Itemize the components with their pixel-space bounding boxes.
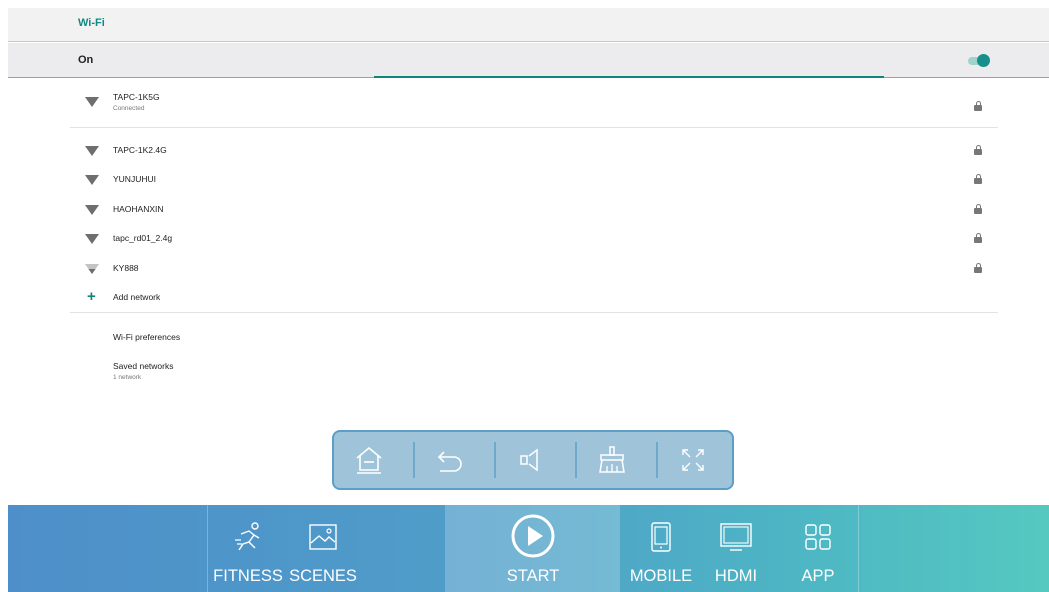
saved-networks-label: Saved networks bbox=[113, 361, 174, 371]
network-name: tapc_rd01_2.4g bbox=[113, 233, 173, 243]
saved-networks-item[interactable]: Saved networks 1 network bbox=[113, 361, 173, 381]
saved-networks-count: 1 network bbox=[113, 374, 142, 381]
back-icon bbox=[437, 451, 462, 472]
toolbar-separator bbox=[656, 442, 658, 478]
running-man-icon bbox=[235, 522, 260, 551]
bottom-dock: FITNESS SCENES START MOBILE HDMI APP bbox=[8, 505, 1049, 592]
dock-label: START bbox=[506, 567, 560, 585]
page-title: Wi-Fi bbox=[78, 17, 105, 29]
wifi-signal-full-icon bbox=[85, 146, 99, 156]
home-button[interactable] bbox=[349, 440, 389, 480]
fullscreen-button[interactable] bbox=[673, 440, 713, 480]
dock-label: MOBILE bbox=[629, 567, 693, 585]
wifi-toggle-label: On bbox=[78, 54, 94, 66]
home-icon bbox=[356, 446, 382, 474]
dock-label: HDMI bbox=[714, 567, 758, 585]
network-item-haohanxin[interactable]: HAOHANXIN bbox=[70, 196, 998, 224]
scanning-progress-bar bbox=[374, 76, 884, 78]
app-grid-icon bbox=[805, 524, 831, 550]
plus-icon: + bbox=[87, 288, 96, 305]
toolbar-separator bbox=[494, 442, 496, 478]
dock-separator bbox=[858, 505, 859, 592]
floating-nav-toolbar bbox=[332, 430, 734, 490]
toolbar-separator bbox=[413, 442, 415, 478]
wifi-toggle-row[interactable]: On bbox=[8, 43, 1049, 78]
network-name: HAOHANXIN bbox=[113, 204, 164, 214]
back-button[interactable] bbox=[430, 440, 470, 480]
wifi-preferences-item[interactable]: Wi-Fi preferences bbox=[113, 332, 180, 342]
wifi-toggle-switch[interactable] bbox=[966, 54, 990, 68]
lock-icon bbox=[974, 145, 982, 155]
app-header: Wi-Fi bbox=[8, 8, 1049, 42]
network-item-yunjuhui[interactable]: YUNJUHUI bbox=[70, 166, 998, 194]
dock-item-scenes[interactable]: SCENES bbox=[288, 505, 358, 592]
clean-icon bbox=[599, 446, 625, 473]
toolbar-separator bbox=[575, 442, 577, 478]
dock-item-mobile[interactable]: MOBILE bbox=[626, 505, 696, 592]
monitor-icon bbox=[720, 523, 752, 551]
wifi-signal-weak-icon bbox=[85, 264, 99, 274]
network-status: Connected bbox=[113, 105, 145, 112]
network-item-ky888[interactable]: KY888 bbox=[70, 255, 998, 283]
network-name: YUNJUHUI bbox=[113, 174, 156, 184]
network-name: TAPC-1K5G bbox=[113, 92, 160, 102]
landscape-image-icon bbox=[309, 524, 337, 550]
network-name: KY888 bbox=[113, 263, 139, 273]
wifi-preferences-label: Wi-Fi preferences bbox=[113, 332, 181, 342]
fullscreen-icon bbox=[682, 449, 704, 471]
divider bbox=[70, 127, 998, 128]
wifi-signal-full-icon bbox=[85, 175, 99, 185]
network-name: TAPC-1K2.4G bbox=[113, 145, 167, 155]
dock-item-fitness[interactable]: FITNESS bbox=[208, 505, 288, 592]
add-network-button[interactable]: + Add network bbox=[70, 284, 998, 312]
add-network-label: Add network bbox=[113, 292, 161, 302]
wifi-signal-full-icon bbox=[85, 234, 99, 244]
lock-icon bbox=[974, 233, 982, 243]
dock-label: SCENES bbox=[289, 567, 357, 585]
dock-item-start[interactable]: START bbox=[488, 505, 578, 592]
network-item-tapc-1k5g[interactable]: TAPC-1K5G Connected bbox=[70, 88, 998, 128]
dock-label: APP bbox=[801, 567, 835, 585]
divider bbox=[70, 312, 998, 313]
dock-item-hdmi[interactable]: HDMI bbox=[708, 505, 764, 592]
lock-icon bbox=[974, 101, 982, 111]
wifi-signal-full-icon bbox=[85, 97, 99, 107]
volume-button[interactable] bbox=[511, 440, 551, 480]
network-item-tapc-1k2-4g[interactable]: TAPC-1K2.4G bbox=[70, 137, 998, 165]
tablet-icon bbox=[651, 522, 671, 552]
wifi-signal-full-icon bbox=[85, 205, 99, 215]
dock-item-app[interactable]: APP bbox=[793, 505, 843, 592]
lock-icon bbox=[974, 204, 982, 214]
clean-button[interactable] bbox=[592, 440, 632, 480]
lock-icon bbox=[974, 174, 982, 184]
lock-icon bbox=[974, 263, 982, 273]
dock-label: FITNESS bbox=[213, 567, 283, 585]
network-item-tapc-rd01-2-4g[interactable]: tapc_rd01_2.4g bbox=[70, 225, 998, 253]
volume-icon bbox=[520, 448, 538, 472]
play-circle-icon bbox=[511, 514, 555, 558]
toggle-thumb bbox=[977, 54, 990, 67]
